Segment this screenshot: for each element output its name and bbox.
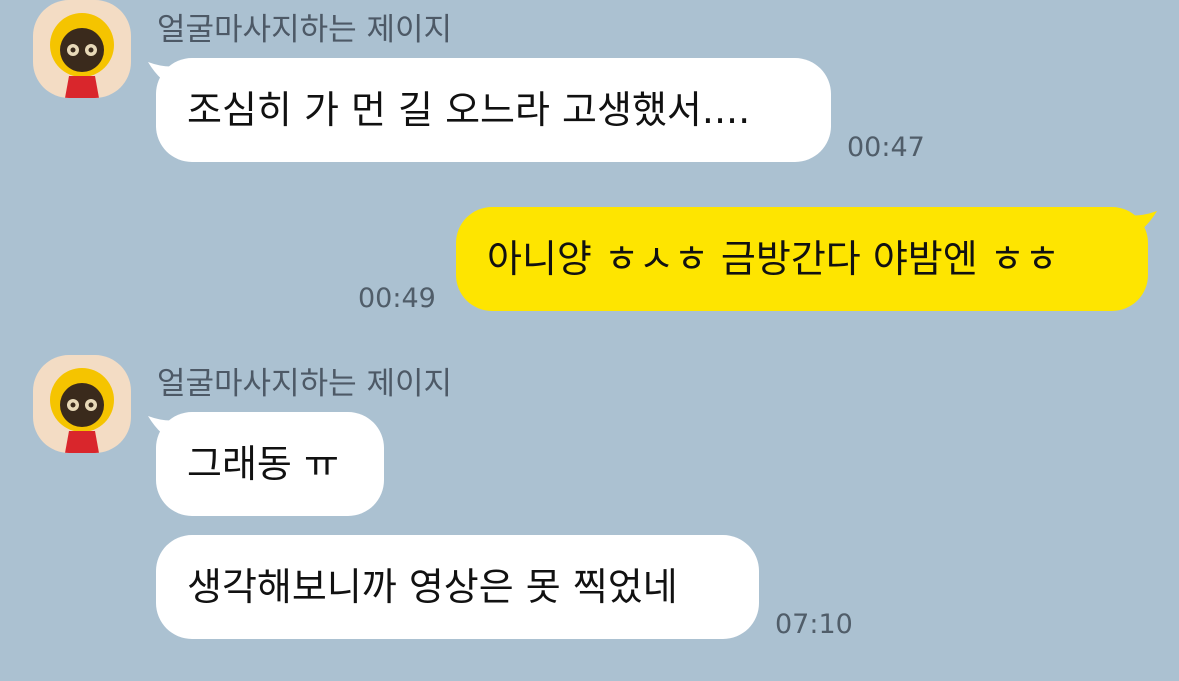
character-avatar-icon — [50, 368, 114, 453]
character-avatar-icon — [50, 13, 114, 98]
message-time: 07:10 — [775, 609, 853, 640]
message-text: 조심히 가 먼 길 오느라 고생했서.... — [187, 88, 751, 132]
sender-avatar[interactable] — [33, 0, 131, 98]
sender-avatar[interactable] — [33, 355, 131, 453]
sender-name: 얼굴마사지하는 제이지 — [157, 366, 453, 402]
message-text: 아니양 ㅎㅅㅎ 금방간다 야밤엔 ㅎㅎ — [487, 237, 1060, 281]
message-time: 00:49 — [358, 283, 436, 314]
sender-name: 얼굴마사지하는 제이지 — [157, 12, 453, 48]
message-bubble[interactable]: 생각해보니까 영상은 못 찍었네 — [156, 535, 759, 639]
message-time: 00:47 — [847, 132, 925, 163]
message-text: 그래동 ㅠ — [187, 442, 339, 486]
message-bubble[interactable]: 아니양 ㅎㅅㅎ 금방간다 야밤엔 ㅎㅎ — [456, 207, 1148, 311]
message-bubble[interactable]: 조심히 가 먼 길 오느라 고생했서.... — [156, 58, 831, 162]
message-bubble[interactable]: 그래동 ㅠ — [156, 412, 384, 516]
bubble-tail — [1127, 211, 1157, 239]
message-text: 생각해보니까 영상은 못 찍었네 — [187, 565, 678, 609]
